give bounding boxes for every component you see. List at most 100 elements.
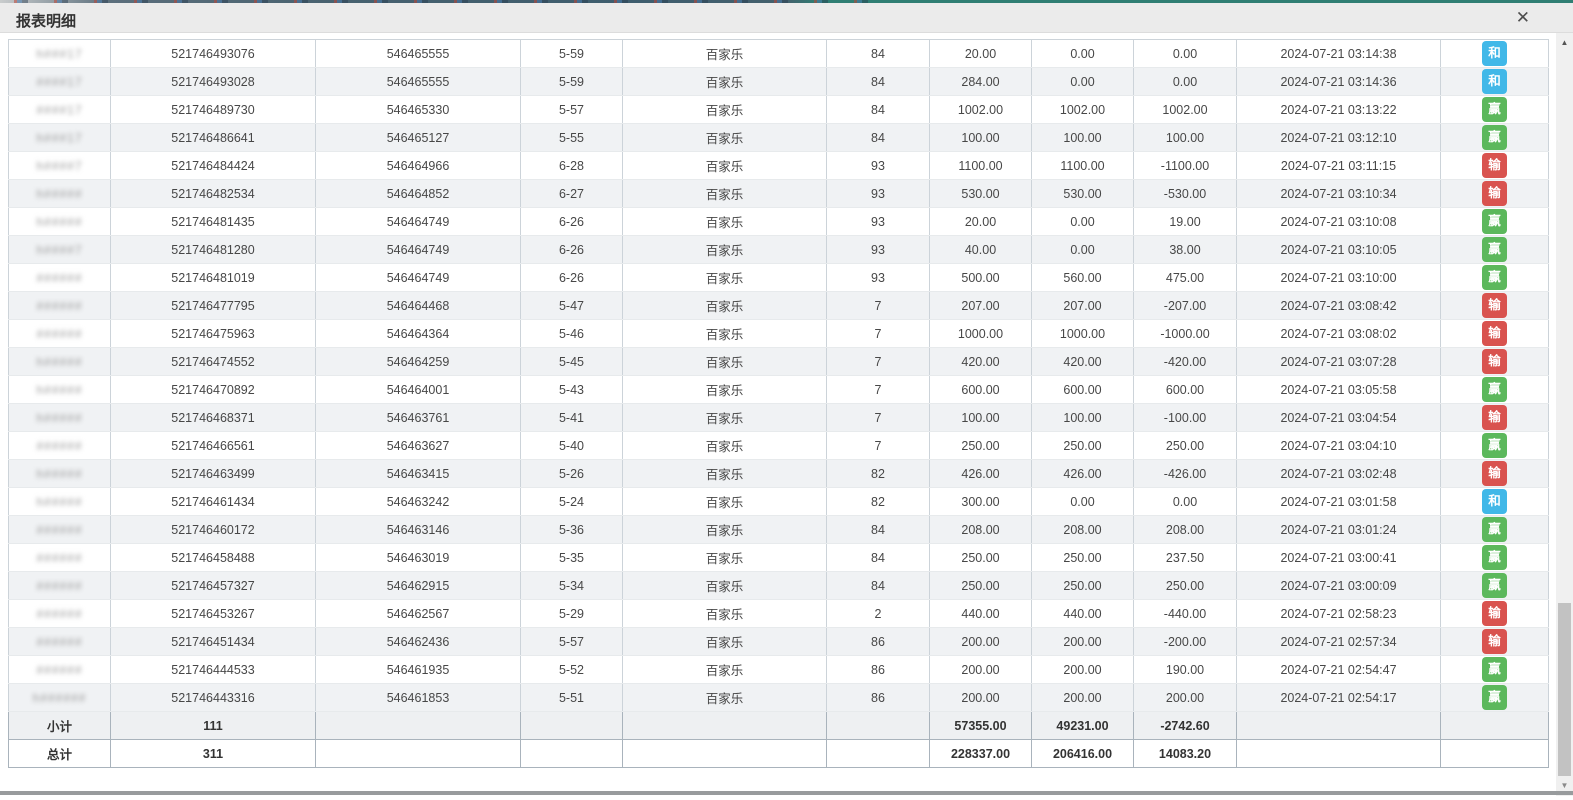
round-id-cell: 546463146 [316,516,521,544]
masked-username: h###17 [36,131,82,145]
game-name-cell: 百家乐 [623,432,827,460]
report-table-body: h###175217464930765464655555-59百家乐8420.0… [9,40,1549,768]
masked-username: h##### [36,467,82,481]
bet-time-cell: 2024-07-21 03:10:05 [1237,236,1441,264]
round-no-cell: 5-55 [521,124,623,152]
round-no-cell: 5-57 [521,628,623,656]
round-no-cell: 5-41 [521,404,623,432]
round-no-cell: 5-36 [521,516,623,544]
round-no-cell: 5-26 [521,460,623,488]
masked-username: ###### [36,635,82,649]
masked-username: h##### [36,411,82,425]
masked-username: h###### [33,691,87,705]
bet-time-cell: 2024-07-21 03:00:09 [1237,572,1441,600]
bet-amount-cell: 250.00 [930,432,1032,460]
win-loss-cell: 0.00 [1134,68,1237,96]
valid-amount-cell: 1100.00 [1032,152,1134,180]
username-cell: h##### [9,376,111,404]
win-loss-cell: 190.00 [1134,656,1237,684]
bet-time-cell: 2024-07-21 03:04:54 [1237,404,1441,432]
username-cell: h####7 [9,152,111,180]
username-cell: ###### [9,600,111,628]
bet-time-cell: 2024-07-21 02:54:17 [1237,684,1441,712]
game-name-cell: 百家乐 [623,292,827,320]
bet-amount-cell: 530.00 [930,180,1032,208]
valid-amount-cell: 0.00 [1032,236,1134,264]
round-no-cell: 5-35 [521,544,623,572]
table-no-cell: 93 [827,180,930,208]
bet-amount-cell: 1002.00 [930,96,1032,124]
valid-amount-cell: 250.00 [1032,432,1134,460]
game-name-cell: 百家乐 [623,488,827,516]
win-loss-cell: 14083.20 [1134,740,1237,768]
masked-username: ###### [36,607,82,621]
bet-id-cell: 521746443316 [111,684,316,712]
valid-amount-cell: 200.00 [1032,628,1134,656]
result-badge: 输 [1482,629,1507,654]
result-badge: 输 [1482,293,1507,318]
bet-time-cell: 2024-07-21 02:58:23 [1237,600,1441,628]
result-badge: 赢 [1482,433,1507,458]
result-cell: 赢 [1441,432,1549,460]
game-name-cell: 百家乐 [623,404,827,432]
result-cell: 赢 [1441,124,1549,152]
scroll-up-icon[interactable]: ▲ [1556,35,1573,51]
valid-amount-cell: 560.00 [1032,264,1134,292]
bet-time-cell: 2024-07-21 03:01:24 [1237,516,1441,544]
close-icon[interactable]: ✕ [1516,8,1530,28]
valid-amount-cell: 206416.00 [1032,740,1134,768]
bet-amount-cell: 207.00 [930,292,1032,320]
result-cell: 和 [1441,40,1549,68]
result-badge: 赢 [1482,377,1507,402]
scrollbar-thumb[interactable] [1558,603,1571,776]
bet-time-cell: 2024-07-21 03:10:34 [1237,180,1441,208]
username-cell: ###### [9,264,111,292]
round-no-cell: 5-24 [521,488,623,516]
bet-amount-cell: 300.00 [930,488,1032,516]
table-row: h#####5217464814355464647496-26百家乐9320.0… [9,208,1549,236]
bet-amount-cell: 40.00 [930,236,1032,264]
table-row: h######5217464433165464618535-51百家乐86200… [9,684,1549,712]
masked-username: h##### [36,495,82,509]
bet-amount-cell: 100.00 [930,124,1032,152]
table-row: ######5217464601725464631465-36百家乐84208.… [9,516,1549,544]
table-row: h###175217464866415464651275-55百家乐84100.… [9,124,1549,152]
win-loss-cell: 0.00 [1134,488,1237,516]
bet-amount-cell: 500.00 [930,264,1032,292]
valid-amount-cell: 1000.00 [1032,320,1134,348]
valid-amount-cell: 0.00 [1032,40,1134,68]
result-badge: 赢 [1482,573,1507,598]
bet-id-cell: 521746489730 [111,96,316,124]
table-no-cell: 7 [827,432,930,460]
bet-amount-cell: 420.00 [930,348,1032,376]
round-no-cell: 5-51 [521,684,623,712]
bet-id-cell: 521746444533 [111,656,316,684]
masked-username: h##### [36,215,82,229]
valid-amount-cell: 200.00 [1032,684,1134,712]
modal-title: 报表明细 [16,10,76,31]
round-id-cell: 546461935 [316,656,521,684]
result-badge: 输 [1482,601,1507,626]
bet-time-cell: 2024-07-21 03:14:36 [1237,68,1441,96]
game-name-cell: 百家乐 [623,684,827,712]
win-loss-cell: -207.00 [1134,292,1237,320]
bet-id-cell: 521746493028 [111,68,316,96]
bet-time-cell: 2024-07-21 02:54:47 [1237,656,1441,684]
username-cell: ###### [9,628,111,656]
username-cell: ###### [9,320,111,348]
game-name-cell: 百家乐 [623,236,827,264]
win-loss-cell: -530.00 [1134,180,1237,208]
round-id-cell: 546464966 [316,152,521,180]
bet-id-cell: 521746481435 [111,208,316,236]
round-id-cell: 546464468 [316,292,521,320]
bet-amount-cell: 228337.00 [930,740,1032,768]
round-no-cell: 5-59 [521,40,623,68]
game-name-cell: 百家乐 [623,208,827,236]
table-row: h#####5217464825345464648526-27百家乐93530.… [9,180,1549,208]
bet-time-cell: 2024-07-21 03:11:15 [1237,152,1441,180]
vertical-scrollbar[interactable]: ▲ ▼ [1556,33,1573,796]
result-cell: 输 [1441,152,1549,180]
bet-id-cell: 521746474552 [111,348,316,376]
bet-id-cell: 521746461434 [111,488,316,516]
result-cell: 和 [1441,488,1549,516]
